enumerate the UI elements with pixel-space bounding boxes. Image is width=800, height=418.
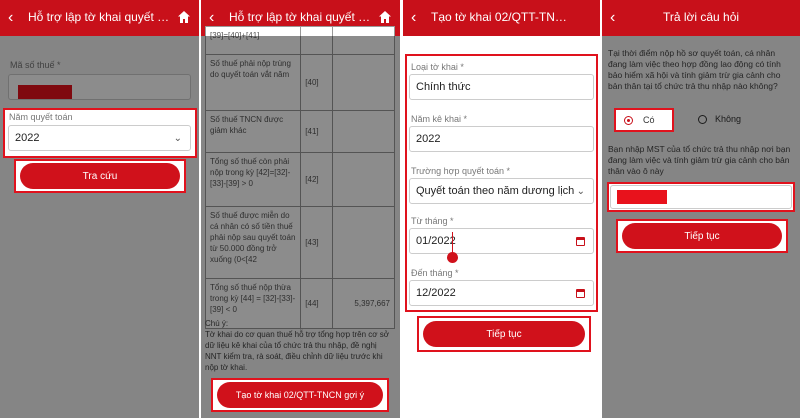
case-select[interactable]: Quyết toán theo năm dương lịch ⌄ [409, 178, 594, 204]
option-no-label: Không [715, 114, 742, 124]
year-highlight [3, 108, 197, 158]
chevron-down-icon: ⌄ [576, 185, 585, 197]
row-value [332, 110, 395, 153]
type-label: Loại tờ khai * [411, 62, 464, 72]
text-cursor [452, 232, 453, 254]
screen-tax-lookup: ‹ Hỗ trợ lập tờ khai quyết toán thuế Mã … [0, 0, 199, 418]
search-highlight [14, 159, 186, 193]
row-label: [39]=[40]+[41] [204, 26, 302, 55]
row-label: Số thuế phải nộp trùng do quyết toán vắt… [204, 54, 302, 111]
app-header: ‹ Tạo tờ khai 02/QTT-TNCN [403, 0, 600, 36]
radio-unchecked-icon[interactable] [698, 114, 707, 124]
note-block: Chú ý: Tờ khai do cơ quan thuế hỗ trợ tổ… [205, 318, 395, 373]
row-label: Tổng số thuế còn phải nộp trong kỳ [42]=… [204, 152, 302, 207]
table-row: Số thuế TNCN được giảm khác [41] [204, 110, 395, 153]
case-label: Trường hợp quyết toán * [411, 166, 511, 176]
home-icon[interactable] [378, 10, 392, 24]
row-value [332, 26, 395, 55]
back-icon[interactable]: ‹ [411, 8, 416, 28]
row-code: [40] [300, 54, 334, 111]
calendar-icon[interactable] [576, 289, 585, 298]
cursor-handle[interactable] [447, 252, 458, 263]
screen-create-declaration: ‹ Tạo tờ khai 02/QTT-TNCN Loại tờ khai *… [403, 0, 600, 418]
header-title: Hỗ trợ lập tờ khai quyết toán thuế [229, 10, 372, 24]
table-row: Tổng số thuế còn phải nộp trong kỳ [42]=… [204, 152, 395, 207]
from-value: 01/2022 [416, 235, 456, 247]
calendar-icon[interactable] [576, 237, 585, 246]
case-value: Quyết toán theo năm dương lịch [416, 185, 575, 197]
continue-highlight [616, 219, 788, 253]
create-highlight [211, 378, 389, 412]
row-code: [43] [300, 206, 334, 279]
row-value [332, 206, 395, 279]
header-title: Trả lời câu hỏi [662, 10, 740, 24]
from-label: Từ tháng * [411, 216, 454, 226]
tax-table: [39]=[40]+[41] Số thuế phải nộp trùng do… [204, 26, 395, 329]
row-value [332, 54, 395, 111]
back-icon[interactable]: ‹ [209, 8, 214, 28]
tax-code-label: Mã số thuế * [10, 60, 61, 70]
row-value [332, 152, 395, 207]
row-label: Số thuế được miễn do cá nhân có số tiền … [204, 206, 302, 279]
back-icon[interactable]: ‹ [610, 8, 615, 28]
app-header: ‹ Trả lời câu hỏi [602, 0, 800, 36]
home-icon[interactable] [177, 10, 191, 24]
note-title: Chú ý: [205, 319, 229, 328]
year-field[interactable]: 2022 [409, 126, 594, 152]
question-text: Tại thời điểm nộp hồ sơ quyết toán, cá n… [608, 48, 781, 91]
continue-button[interactable]: Tiếp tục [423, 321, 585, 347]
type-value: Chính thức [416, 81, 471, 93]
redacted-block [18, 85, 72, 99]
from-month-field[interactable]: 01/2022 [409, 228, 594, 254]
screen-tax-summary: ‹ Hỗ trợ lập tờ khai quyết toán thuế [39… [201, 0, 400, 418]
type-field[interactable]: Chính thức [409, 74, 594, 100]
app-header: ‹ Hỗ trợ lập tờ khai quyết toán thuế [0, 0, 199, 36]
screen-answer-question: ‹ Trả lời câu hỏi Tại thời điểm nộp hồ s… [602, 0, 800, 418]
back-icon[interactable]: ‹ [8, 8, 13, 28]
to-label: Đến tháng * [411, 268, 459, 278]
header-title: Hỗ trợ lập tờ khai quyết toán thuế [28, 10, 171, 24]
mst-prompt: Bạn nhập MST của tổ chức trả thu nhập nơ… [608, 144, 791, 176]
to-value: 12/2022 [416, 287, 456, 299]
option-no[interactable]: Không [698, 114, 741, 124]
row-code: [42] [300, 152, 334, 207]
table-row: Số thuế phải nộp trùng do quyết toán vắt… [204, 54, 395, 111]
option-yes-highlight [614, 108, 674, 132]
year-value: 2022 [416, 133, 441, 145]
row-code [300, 26, 334, 55]
table-row: [39]=[40]+[41] [204, 26, 395, 55]
row-label: Số thuế TNCN được giảm khác [204, 110, 302, 153]
mst-highlight [607, 182, 795, 212]
header-title: Tạo tờ khai 02/QTT-TNCN [431, 10, 572, 24]
note-text: Tờ khai do cơ quan thuế hỗ trợ tổng hợp … [205, 330, 390, 372]
tax-code-input[interactable] [8, 74, 191, 100]
row-code: [41] [300, 110, 334, 153]
to-month-field[interactable]: 12/2022 [409, 280, 594, 306]
table-row: Số thuế được miễn do cá nhân có số tiền … [204, 206, 395, 279]
year-label: Năm kê khai * [411, 114, 468, 124]
